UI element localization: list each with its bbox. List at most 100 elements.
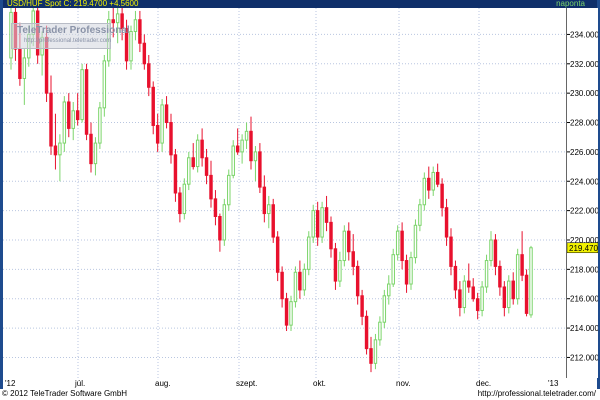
candle bbox=[467, 263, 471, 293]
candle-body-down bbox=[369, 348, 373, 364]
candle bbox=[355, 260, 360, 305]
candle-body-down bbox=[89, 133, 93, 165]
candle bbox=[507, 275, 511, 314]
candle bbox=[147, 54, 151, 97]
instrument-title: USD/HUF Spot C: 219.4700 +4.5600 bbox=[7, 0, 139, 8]
period-label[interactable]: naponta bbox=[556, 0, 585, 8]
candle bbox=[75, 93, 80, 126]
candle bbox=[253, 146, 258, 182]
watermark-name: TeleTrader Professional bbox=[17, 25, 130, 36]
candle bbox=[378, 316, 382, 346]
candle bbox=[515, 248, 520, 305]
candle bbox=[258, 143, 262, 193]
candle-body-up bbox=[484, 260, 489, 288]
candle-body-down bbox=[435, 171, 440, 185]
candle bbox=[409, 251, 413, 290]
candle bbox=[418, 198, 422, 232]
candle bbox=[284, 292, 289, 332]
x-tick-label: '13 bbox=[548, 379, 559, 388]
candle-body-down bbox=[204, 157, 209, 176]
candle bbox=[129, 25, 133, 70]
candle-body-up bbox=[267, 204, 271, 215]
candle-body-down bbox=[524, 274, 529, 314]
candle-body-down bbox=[249, 130, 253, 162]
y-tick-label: 234.0000 bbox=[570, 30, 598, 39]
candle-body-down bbox=[75, 110, 80, 121]
candle-body-up bbox=[338, 260, 342, 282]
candle bbox=[458, 281, 462, 317]
candle-body-up bbox=[373, 339, 378, 364]
candle bbox=[138, 10, 142, 53]
candle bbox=[262, 175, 267, 223]
candle-body-up bbox=[182, 183, 187, 215]
candle-body-up bbox=[489, 239, 493, 262]
candle-body-up bbox=[222, 204, 227, 241]
candle-body-down bbox=[164, 104, 169, 124]
candle bbox=[22, 49, 27, 105]
candle bbox=[93, 137, 98, 176]
candle bbox=[298, 260, 302, 299]
candle bbox=[480, 281, 484, 317]
candle-body-down bbox=[142, 42, 147, 65]
candle bbox=[342, 225, 347, 267]
candle bbox=[49, 75, 53, 155]
candle bbox=[80, 63, 84, 123]
y-tick-label: 214.0000 bbox=[570, 324, 598, 333]
candle bbox=[173, 148, 178, 202]
candle-body-down bbox=[173, 154, 178, 194]
candle bbox=[320, 201, 324, 243]
y-axis: 212.0000214.0000216.0000218.0000220.0000… bbox=[566, 8, 598, 378]
candle-body-up bbox=[413, 224, 418, 259]
candle bbox=[187, 151, 191, 191]
candle-body-down bbox=[360, 295, 364, 317]
x-tick-label: dec. bbox=[476, 379, 491, 388]
candle bbox=[444, 198, 449, 246]
candle-body-down bbox=[218, 215, 222, 241]
candle bbox=[431, 166, 435, 196]
candle bbox=[493, 234, 498, 276]
x-tick-label: okt. bbox=[313, 379, 326, 388]
candle-body-up bbox=[320, 207, 324, 238]
x-axis-labels: '12 júl. aug. szept. okt. nov. dec. '13 bbox=[5, 379, 559, 388]
candle bbox=[191, 143, 195, 170]
candle bbox=[235, 128, 240, 155]
candle bbox=[178, 187, 182, 223]
candle-body-down bbox=[213, 198, 218, 217]
candle-body-up bbox=[58, 142, 62, 156]
candle bbox=[404, 254, 409, 293]
candle bbox=[240, 134, 244, 164]
candle-body-down bbox=[502, 286, 507, 309]
candle-body-up bbox=[507, 280, 511, 309]
candle-body-up bbox=[102, 60, 107, 109]
candle bbox=[373, 333, 378, 370]
candle-body-up bbox=[311, 210, 315, 238]
candle bbox=[155, 113, 160, 152]
candle bbox=[511, 272, 515, 305]
candle-body-up bbox=[187, 157, 191, 185]
candle-body-up bbox=[529, 247, 533, 316]
candle bbox=[387, 275, 391, 305]
candle-body-down bbox=[324, 207, 329, 223]
candle bbox=[529, 245, 533, 318]
candle bbox=[200, 128, 204, 167]
candle bbox=[391, 248, 395, 287]
candle-body-up bbox=[195, 139, 200, 168]
candle bbox=[498, 260, 502, 296]
price-chart[interactable] bbox=[3, 8, 566, 378]
candle-body-down bbox=[440, 183, 444, 209]
plot-area[interactable]: TeleTrader Professional http://professio… bbox=[3, 8, 566, 378]
candle-body-up bbox=[409, 257, 413, 285]
candle bbox=[195, 134, 200, 173]
candle-body-down bbox=[111, 19, 115, 24]
candle-body-down bbox=[275, 236, 280, 273]
candle-body-down bbox=[404, 260, 409, 285]
candle bbox=[142, 34, 147, 70]
candle-body-up bbox=[382, 295, 387, 323]
footer-link[interactable]: http://professional.teletrader.com/ bbox=[478, 389, 596, 398]
teletrader-watermark: TeleTrader Professional http://professio… bbox=[11, 23, 130, 49]
candle-body-down bbox=[262, 186, 267, 215]
candle-body-down bbox=[400, 230, 404, 262]
candle bbox=[524, 269, 529, 317]
candle bbox=[382, 289, 387, 329]
candle bbox=[413, 219, 418, 264]
